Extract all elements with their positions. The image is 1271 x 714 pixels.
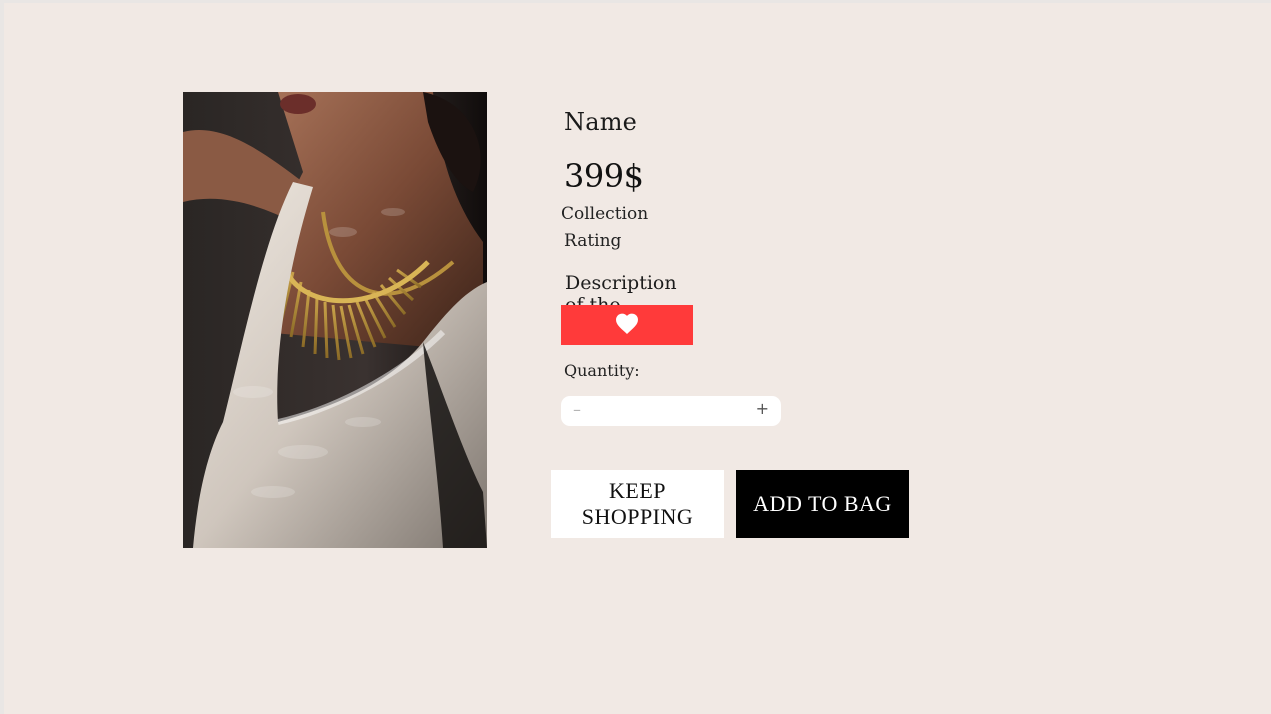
quantity-label: Quantity: xyxy=(564,361,640,380)
quantity-stepper: – + xyxy=(561,396,781,426)
product-price: 399$ xyxy=(564,157,644,195)
product-name: Name xyxy=(564,108,638,136)
product-collection: Collection xyxy=(561,204,649,224)
add-to-bag-button[interactable]: ADD TO BAG xyxy=(736,470,909,538)
heart-icon xyxy=(614,312,640,338)
product-rating: Rating xyxy=(564,231,622,251)
quantity-increase-button[interactable]: + xyxy=(756,399,769,418)
quantity-decrease-button[interactable]: – xyxy=(573,400,581,419)
favorite-button[interactable] xyxy=(561,305,693,345)
product-image xyxy=(183,92,487,548)
keep-shopping-button[interactable]: KEEP SHOPPING xyxy=(551,470,724,538)
